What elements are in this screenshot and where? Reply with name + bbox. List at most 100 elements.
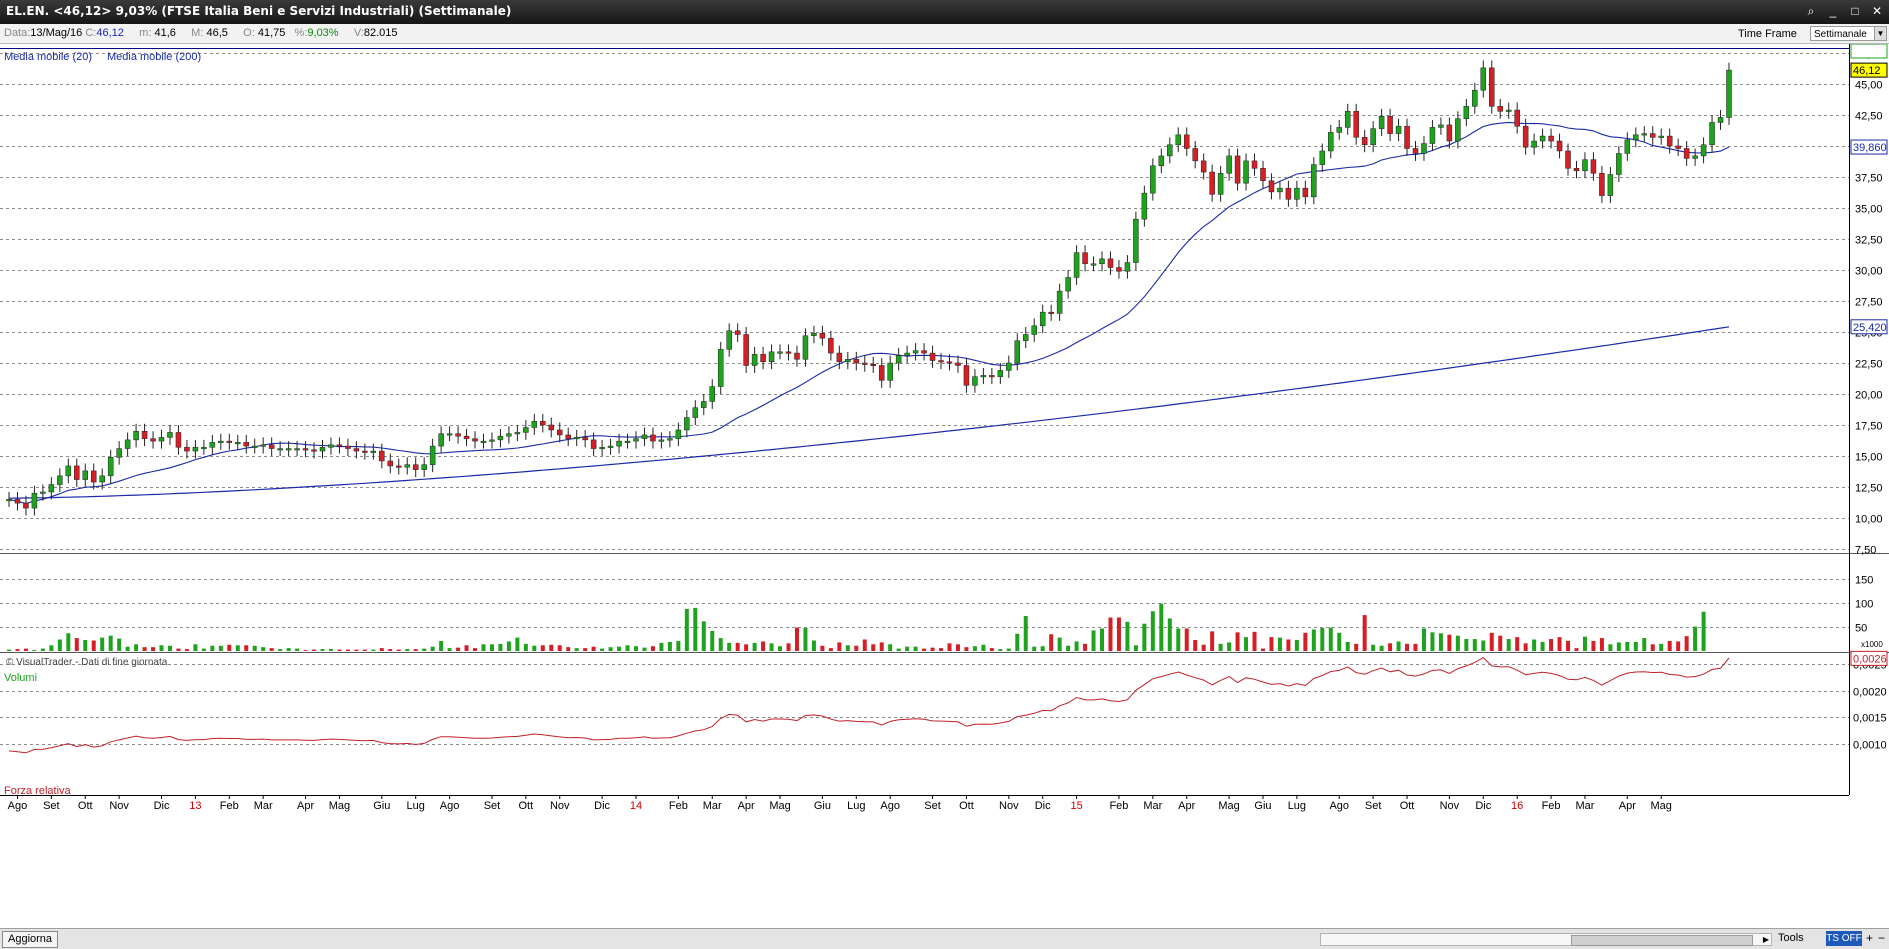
legend-ma20: Media mobile (20) <box>4 51 92 63</box>
volume-bar <box>176 648 181 651</box>
volume-bar <box>312 649 317 651</box>
volume-bar <box>1252 631 1257 651</box>
refresh-button[interactable]: Aggiorna <box>2 931 59 948</box>
candle <box>878 365 885 381</box>
candle <box>1675 145 1681 149</box>
volume-bar <box>583 648 588 651</box>
volume-bar <box>1455 635 1460 651</box>
price-chart[interactable]: 47,5045,0042,5040,0037,5035,0032,5030,00… <box>0 44 1889 928</box>
volume-bar <box>735 642 740 651</box>
candle <box>1065 277 1071 292</box>
candle <box>1217 173 1224 195</box>
volume-bar <box>1167 618 1172 651</box>
volume-bar <box>1176 628 1181 651</box>
x-tick-label: Mar <box>254 800 273 812</box>
volume-bar <box>540 645 545 651</box>
candle <box>1183 134 1190 149</box>
y-tick-label: 15,00 <box>1855 452 1883 464</box>
volume-bar <box>591 646 596 651</box>
candle <box>175 432 182 448</box>
volume-bars <box>7 603 1706 651</box>
y-tick-label: 7,50 <box>1855 545 1876 557</box>
candle <box>107 456 114 477</box>
x-tick-label: Ago <box>1329 800 1349 812</box>
volume-bar <box>1277 637 1282 651</box>
volume-bar <box>193 644 198 651</box>
candle <box>345 445 351 449</box>
info-bar: Data:13/Mag/16 C:46,12 m: 41,6 M: 46,5 O… <box>0 24 1889 44</box>
y-tick-label: 35,00 <box>1855 204 1883 216</box>
candle <box>1573 168 1580 172</box>
timeframe-select[interactable]: Settimanale ▼ <box>1810 26 1887 41</box>
x-tick-label: Ott <box>1400 800 1415 812</box>
x-tick-label: Set <box>1365 800 1382 812</box>
volume-bar <box>1625 641 1630 651</box>
candle <box>717 349 724 387</box>
volume-bar <box>828 648 833 651</box>
ts-toggle-button[interactable]: TS OFF <box>1826 931 1862 946</box>
candle <box>1726 69 1732 118</box>
close-button[interactable]: ✕ <box>1867 2 1887 20</box>
candle <box>1522 125 1529 148</box>
volume-bar <box>481 644 486 651</box>
candle <box>158 437 165 442</box>
volume-bar <box>1354 643 1359 651</box>
candle <box>743 334 749 366</box>
volume-panel-title: Volumi <box>4 672 37 684</box>
volume-bar <box>1150 611 1155 651</box>
volume-bar <box>650 646 655 651</box>
candle <box>1438 124 1444 128</box>
candle <box>455 433 461 437</box>
candle <box>802 335 809 360</box>
candle <box>794 352 800 360</box>
volume-bar <box>201 648 206 651</box>
volume-bar <box>879 642 884 651</box>
candle <box>836 352 843 363</box>
candle <box>751 354 758 366</box>
scrollbar-thumb[interactable] <box>1571 935 1753 946</box>
candle <box>1167 144 1173 157</box>
volume-bar <box>1489 632 1494 651</box>
maximize-button[interactable]: □ <box>1845 2 1865 20</box>
scroll-right-icon[interactable]: ▶ <box>1761 934 1771 945</box>
candle <box>667 438 673 441</box>
close-label: C: <box>85 27 97 39</box>
candle <box>1683 148 1690 159</box>
volume-bar <box>66 633 71 651</box>
zoom-icon[interactable]: ⌕ <box>1801 2 1821 20</box>
volume-bar <box>1320 628 1325 651</box>
tools-button[interactable]: Tools <box>1772 931 1810 946</box>
source-note: © VisualTrader - Dati di fine giornata <box>6 657 168 668</box>
x-tick-label: Lug <box>407 800 425 812</box>
volume-bar <box>167 645 172 651</box>
candle <box>489 439 495 442</box>
volume-bar <box>659 642 664 651</box>
x-tick-label: Giu <box>814 800 831 812</box>
volume-bar <box>1311 629 1316 651</box>
volume-bar <box>379 648 384 651</box>
candle <box>1599 173 1605 196</box>
candle <box>819 332 826 339</box>
candle <box>590 439 597 449</box>
min-value: 41,6 <box>154 27 176 39</box>
candle <box>1463 106 1470 119</box>
pct-value: 9,03% <box>307 27 339 39</box>
volume-bar <box>74 638 79 651</box>
candle <box>870 363 876 366</box>
min-label: m: <box>139 27 152 39</box>
candle <box>955 362 961 366</box>
candle <box>1022 334 1029 341</box>
volume-bar <box>1667 640 1672 651</box>
volume-bar <box>642 647 647 651</box>
x-tick-label: Mar <box>1143 800 1162 812</box>
zoom-in-button[interactable]: + <box>1864 931 1875 946</box>
x-tick-label: Mag <box>1651 800 1672 812</box>
zoom-out-button[interactable]: − <box>1876 931 1887 946</box>
volume-bar <box>1345 641 1350 651</box>
volume-bar <box>1498 635 1503 651</box>
candle <box>785 351 792 354</box>
candle <box>1556 140 1563 152</box>
minimize-button[interactable]: _ <box>1823 2 1843 20</box>
volume-bar <box>244 645 249 651</box>
chart-scrollbar[interactable]: ▶ <box>1320 933 1772 946</box>
